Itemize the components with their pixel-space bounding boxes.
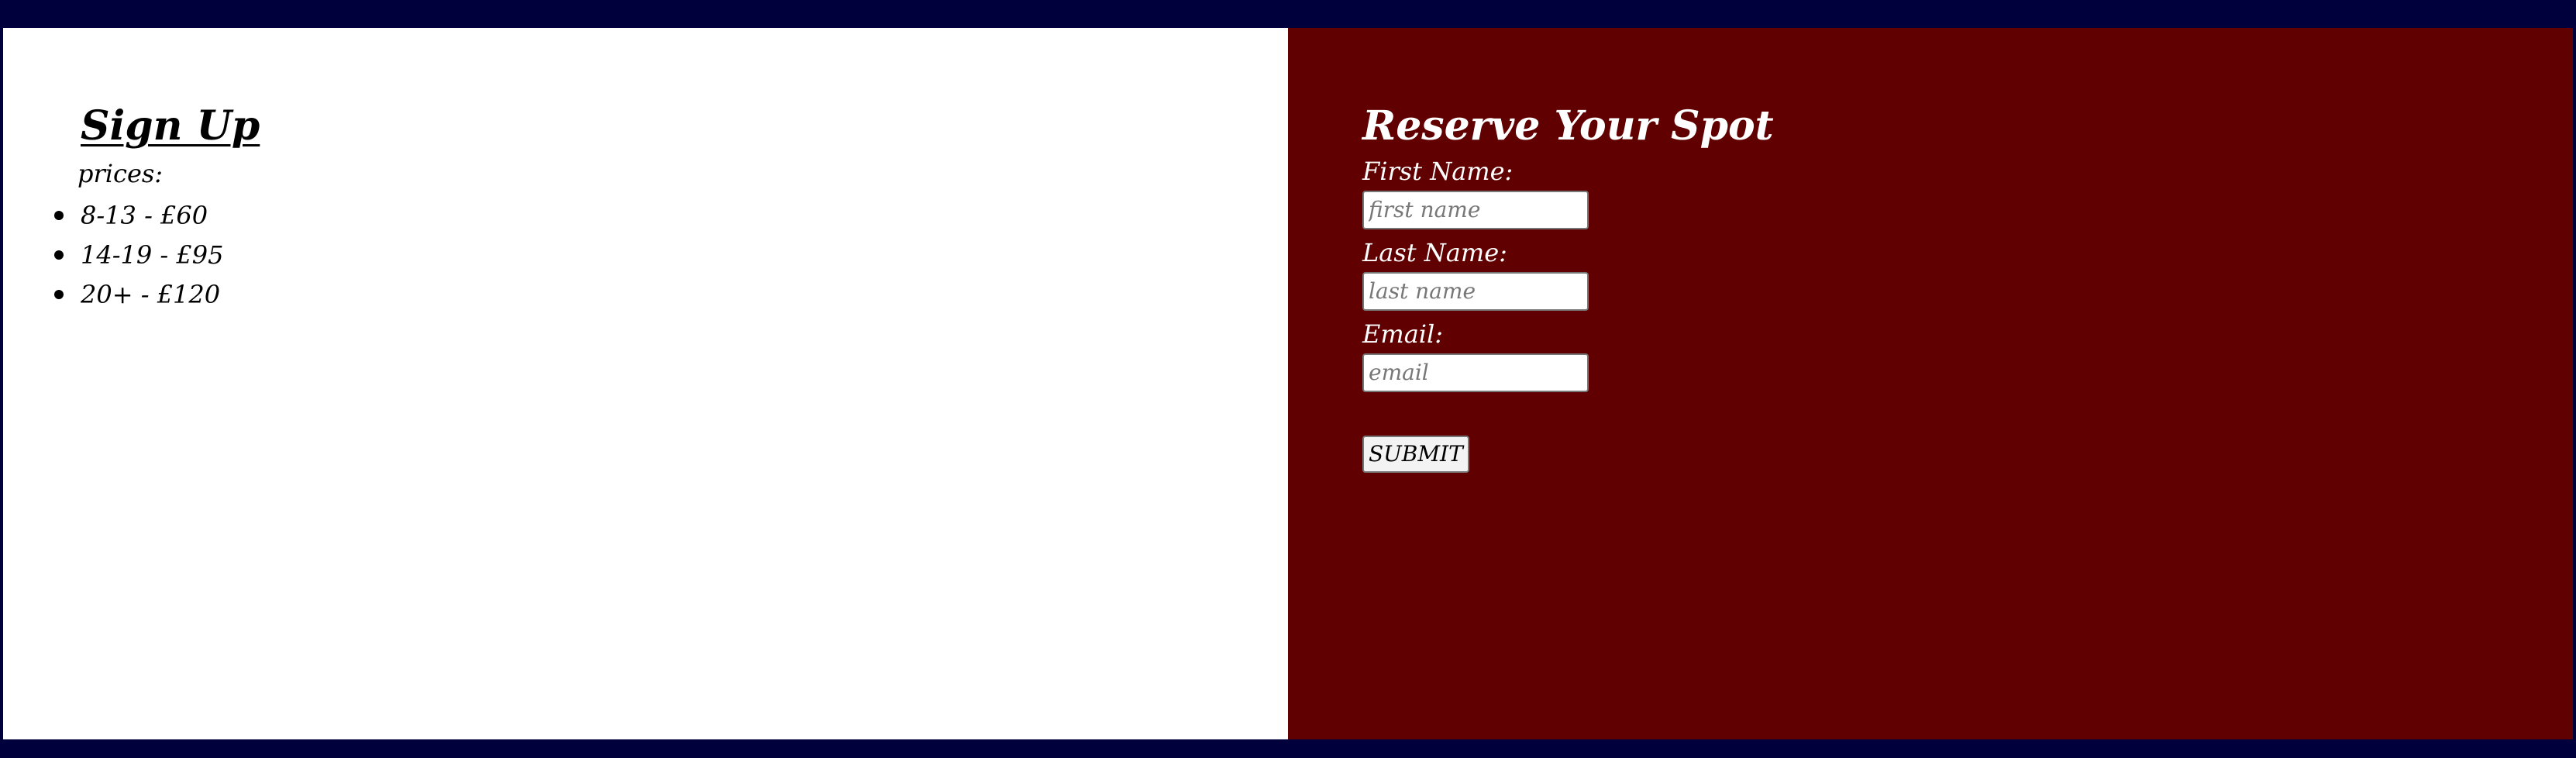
- price-list: 8-13 - £60 14-19 - £95 20+ - £120: [54, 196, 260, 315]
- last-name-label: Last Name:: [1362, 237, 1507, 267]
- bullet-icon: [54, 250, 64, 260]
- bullet-icon: [54, 290, 64, 300]
- price-item-14-19: 14-19 - £95: [54, 236, 260, 275]
- price-item-20-plus: 20+ - £120: [54, 275, 260, 315]
- email-label: Email:: [1362, 319, 1444, 349]
- price-item-8-13: 8-13 - £60: [54, 196, 260, 236]
- reservation-panel: Reserve Your Spot First Name: Last Name:…: [1288, 28, 2573, 739]
- reservation-title: Reserve Your Spot: [1362, 102, 1774, 150]
- reservation-form: Reserve Your Spot First Name: Last Name:…: [1362, 104, 1982, 473]
- signup-panel: Sign Up prices: 8-13 - £60 14-19 - £95 2…: [3, 28, 1288, 739]
- page-frame: Sign Up prices: 8-13 - £60 14-19 - £95 2…: [3, 28, 2573, 739]
- first-name-input[interactable]: [1362, 190, 1589, 229]
- submit-button[interactable]: SUBMIT: [1362, 435, 1469, 473]
- bullet-icon: [54, 211, 64, 221]
- price-item-label: 20+ - £120: [81, 280, 221, 310]
- signup-title: Sign Up: [81, 102, 260, 150]
- email-input[interactable]: [1362, 353, 1589, 392]
- last-name-input[interactable]: [1362, 271, 1589, 311]
- prices-label: prices:: [77, 159, 164, 189]
- price-item-label: 8-13 - £60: [81, 201, 208, 231]
- signup-content: Sign Up prices: 8-13 - £60 14-19 - £95 2…: [54, 102, 260, 315]
- first-name-label: First Name:: [1362, 157, 1514, 187]
- price-item-label: 14-19 - £95: [81, 240, 224, 270]
